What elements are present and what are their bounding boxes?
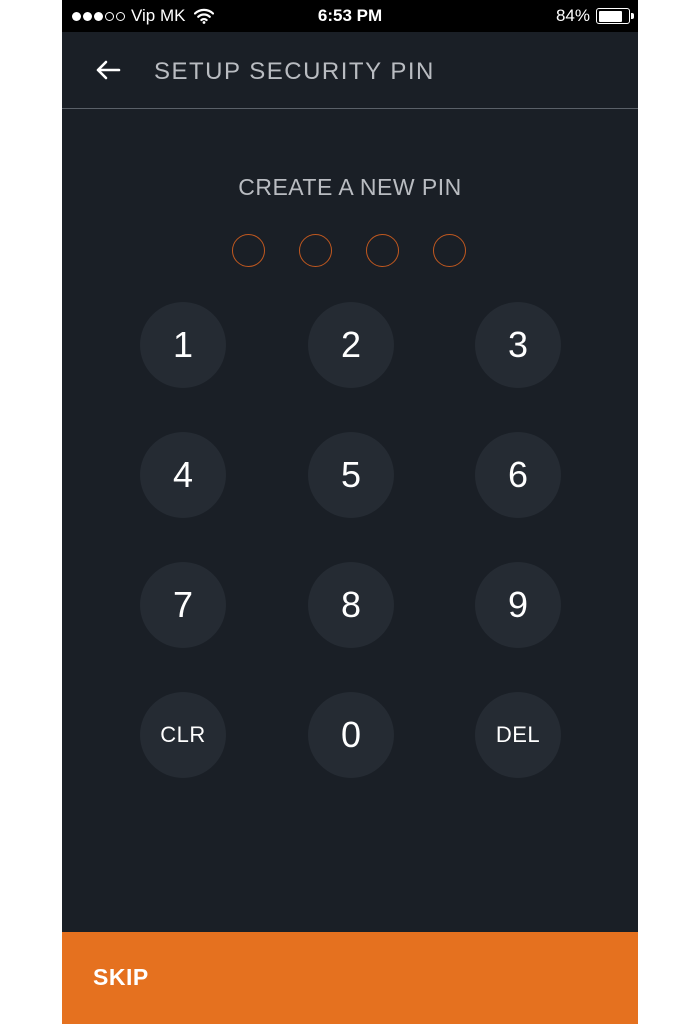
- keypad-key-del[interactable]: DEL: [475, 692, 561, 778]
- back-button[interactable]: [92, 56, 124, 84]
- keypad-key-2[interactable]: 2: [308, 302, 394, 388]
- status-bar: Vip MK 6:53 PM 84%: [62, 0, 638, 32]
- keypad-key-7[interactable]: 7: [140, 562, 226, 648]
- app-screen: Vip MK 6:53 PM 84% SETUP SECURITY PIN CR…: [62, 0, 638, 1024]
- battery-level-fill: [598, 10, 623, 22]
- keypad-key-0[interactable]: 0: [308, 692, 394, 778]
- pin-dot: [299, 234, 332, 267]
- status-time: 6:53 PM: [317, 6, 383, 25]
- pin-indicator: [232, 234, 468, 268]
- pin-dot: [366, 234, 399, 267]
- app-header: SETUP SECURITY PIN: [62, 32, 638, 109]
- skip-label: SKIP: [93, 964, 149, 990]
- arrow-left-icon: [96, 60, 121, 80]
- keypad-key-3[interactable]: 3: [475, 302, 561, 388]
- pin-dot: [232, 234, 265, 267]
- status-right: 84%: [555, 6, 634, 26]
- keypad-key-clr[interactable]: CLR: [140, 692, 226, 778]
- pin-prompt: CREATE A NEW PIN: [238, 174, 462, 200]
- battery-icon: [596, 8, 634, 24]
- keypad-key-6[interactable]: 6: [475, 432, 561, 518]
- keypad-key-4[interactable]: 4: [140, 432, 226, 518]
- skip-button[interactable]: SKIP: [62, 932, 638, 1024]
- battery-percent: 84%: [555, 6, 590, 25]
- keypad-key-1[interactable]: 1: [140, 302, 226, 388]
- keypad-key-9[interactable]: 9: [475, 562, 561, 648]
- keypad-key-8[interactable]: 8: [308, 562, 394, 648]
- page-title: SETUP SECURITY PIN: [154, 58, 435, 85]
- keypad-key-5[interactable]: 5: [308, 432, 394, 518]
- pin-dot: [433, 234, 466, 267]
